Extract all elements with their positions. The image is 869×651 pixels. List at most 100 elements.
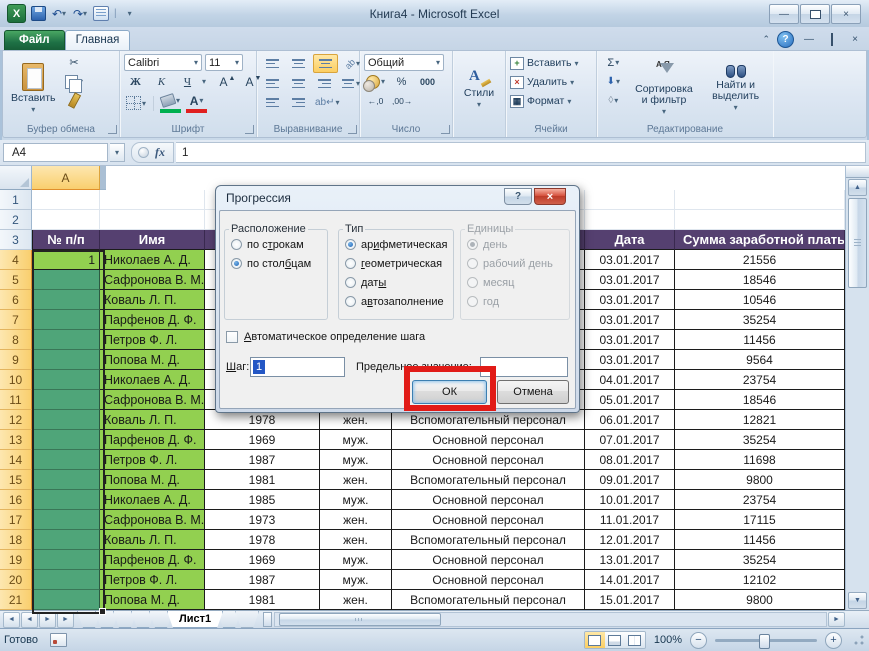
cell-selected[interactable]	[32, 390, 100, 410]
cell-salary[interactable]: 12102	[675, 570, 845, 590]
customize-qat-button[interactable]: ▾	[121, 5, 139, 23]
cell-name[interactable]: Петров Ф. Л.	[100, 570, 205, 590]
row-header[interactable]: 13	[0, 430, 32, 450]
cell-date[interactable]: 03.01.2017	[585, 310, 675, 330]
merge-center-button[interactable]: ▾	[339, 75, 362, 92]
cell-name[interactable]: Парфенов Д. Ф.	[100, 310, 205, 330]
cell-salary[interactable]: 35254	[675, 550, 845, 570]
cell-dept[interactable]: Вспомогательный персонал	[392, 470, 585, 490]
ribbon-tab[interactable]	[290, 43, 310, 50]
cell-salary[interactable]: 21556	[675, 250, 845, 270]
cell-name[interactable]: Парфенов Д. Ф.	[100, 550, 205, 570]
cell-selected[interactable]	[32, 450, 100, 470]
row-header[interactable]: 15	[0, 470, 32, 490]
font-dialog-launcher[interactable]	[245, 125, 254, 134]
font-name-select[interactable]: Calibri▾	[124, 54, 202, 71]
wrap-text-button[interactable]: ab↵▾	[313, 94, 342, 111]
cell-date[interactable]: 05.01.2017	[585, 390, 675, 410]
row-header[interactable]: 11	[0, 390, 32, 410]
cell-date[interactable]: 11.01.2017	[585, 510, 675, 530]
cell-salary[interactable]: 17115	[675, 510, 845, 530]
cell-salary[interactable]: 18546	[675, 390, 845, 410]
resize-grip[interactable]	[852, 634, 865, 647]
cell-gender[interactable]: муж.	[320, 450, 392, 470]
ribbon-tab[interactable]	[210, 43, 230, 50]
ribbon-tab[interactable]	[250, 43, 270, 50]
dialog-help-button[interactable]: ?	[504, 188, 532, 205]
limit-input[interactable]	[480, 357, 568, 377]
scroll-right-button[interactable]: ►	[828, 612, 845, 627]
radio-by-rows[interactable]: по строкам	[231, 235, 321, 254]
cell-date[interactable]: 07.01.2017	[585, 430, 675, 450]
dialog-close-button[interactable]: ×	[534, 188, 566, 205]
first-sheet-button[interactable]: ◄	[3, 612, 20, 628]
cell-selected[interactable]	[32, 490, 100, 510]
header-cell-name[interactable]: Имя	[100, 230, 205, 250]
ribbon-tab[interactable]	[170, 43, 190, 50]
row-header[interactable]: 20	[0, 570, 32, 590]
decrease-decimal-button[interactable]: ,00→	[390, 92, 414, 109]
cell-name[interactable]: Парфенов Д. Ф.	[100, 430, 205, 450]
close-button[interactable]: ×	[831, 4, 861, 24]
page-break-view-button[interactable]	[625, 632, 645, 648]
copy-button[interactable]: ▾	[63, 73, 86, 90]
ok-button[interactable]: ОК	[412, 380, 487, 404]
cell-gender[interactable]: муж.	[320, 490, 392, 510]
cell-date[interactable]: 03.01.2017	[585, 330, 675, 350]
fill-color-button[interactable]: ▾	[159, 92, 182, 114]
cell-date[interactable]: 13.01.2017	[585, 550, 675, 570]
comma-style-button[interactable]: 000	[416, 73, 439, 90]
workbook-minimize-icon[interactable]: —	[801, 34, 817, 45]
align-center-button[interactable]	[287, 75, 310, 92]
decrease-indent-button[interactable]	[261, 94, 284, 111]
cell-selected[interactable]	[32, 410, 100, 430]
cell-salary[interactable]: 23754	[675, 370, 845, 390]
cancel-button[interactable]: Отмена	[497, 380, 569, 404]
row-header[interactable]: 17	[0, 510, 32, 530]
cell-selected[interactable]	[32, 510, 100, 530]
number-dialog-launcher[interactable]	[441, 125, 450, 134]
cell-salary[interactable]: 9800	[675, 590, 845, 610]
horizontal-scrollbar[interactable]: ►	[274, 612, 845, 627]
align-top-button[interactable]	[261, 55, 284, 72]
cell-date[interactable]: 06.01.2017	[585, 410, 675, 430]
cell-name[interactable]: Попова М. Д.	[100, 350, 205, 370]
cell-date[interactable]: 03.01.2017	[585, 290, 675, 310]
cell-name[interactable]: Николаев А. Д.	[100, 250, 205, 270]
ribbon-tab[interactable]	[190, 43, 210, 50]
cell-dept[interactable]: Вспомогательный персонал	[392, 410, 585, 430]
name-box-dropdown[interactable]: ▾	[110, 143, 125, 162]
cell-selected[interactable]	[32, 310, 100, 330]
cell-date[interactable]: 15.01.2017	[585, 590, 675, 610]
cell-gender[interactable]: муж.	[320, 550, 392, 570]
zoom-in-button[interactable]: +	[825, 632, 842, 649]
vertical-scrollbar[interactable]: ▲ ▼	[845, 166, 869, 610]
cell-salary[interactable]: 10546	[675, 290, 845, 310]
ribbon-tab[interactable]	[230, 43, 250, 50]
cell-gender[interactable]: жен.	[320, 470, 392, 490]
cell-date[interactable]: 03.01.2017	[585, 350, 675, 370]
minimize-button[interactable]: —	[769, 4, 799, 24]
horizontal-scroll-thumb[interactable]	[279, 613, 441, 626]
cell-dept[interactable]: Вспомогательный персонал	[392, 590, 585, 610]
cell-dept[interactable]: Основной персонал	[392, 510, 585, 530]
cell-name[interactable]: Николаев А. Д.	[100, 370, 205, 390]
cell-date[interactable]: 03.01.2017	[585, 270, 675, 290]
page-layout-view-button[interactable]	[605, 632, 625, 648]
row-header[interactable]: 9	[0, 350, 32, 370]
zoom-level[interactable]: 100%	[654, 634, 682, 646]
column-header-a[interactable]: A	[32, 166, 100, 190]
active-cell[interactable]: 1	[32, 250, 100, 270]
prev-sheet-button[interactable]: ◄	[21, 612, 38, 628]
paste-dropdown-icon[interactable]: ▾	[31, 105, 35, 114]
clipboard-dialog-launcher[interactable]	[108, 125, 117, 134]
row-header[interactable]: 7	[0, 310, 32, 330]
cell-year[interactable]: 1987	[205, 570, 320, 590]
cell-date[interactable]: 09.01.2017	[585, 470, 675, 490]
help-icon[interactable]: ?	[777, 31, 794, 48]
cell-gender[interactable]: жен.	[320, 530, 392, 550]
underline-button[interactable]: Ч	[176, 73, 199, 90]
underline-dropdown-icon[interactable]: ▾	[202, 77, 206, 86]
insert-sheet-button[interactable]	[235, 611, 259, 628]
cell-selected[interactable]	[32, 370, 100, 390]
